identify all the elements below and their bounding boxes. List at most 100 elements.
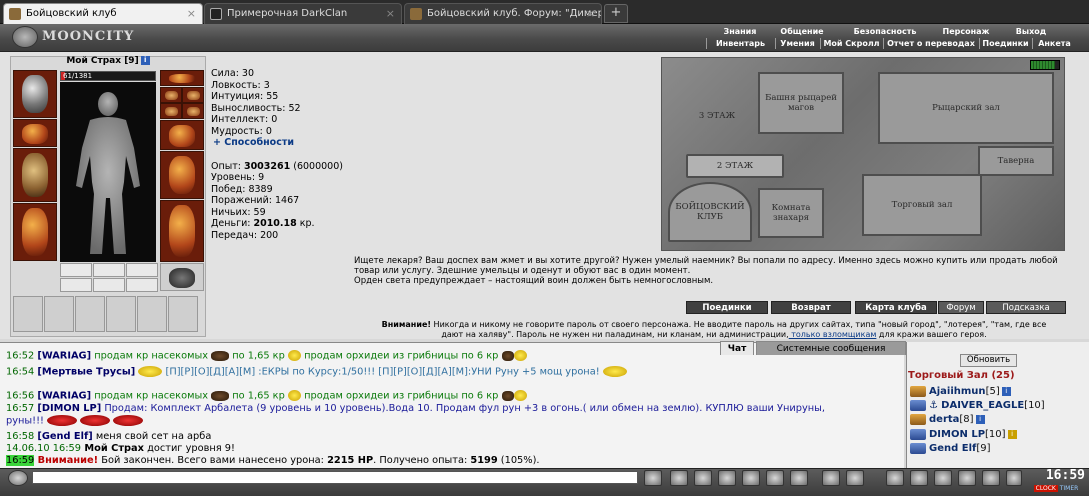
- map-room-fight-club[interactable]: БОЙЦОВСКИЙ КЛУБ: [668, 182, 752, 242]
- menu-skills[interactable]: Умения: [775, 38, 819, 49]
- boots-slot[interactable]: [160, 263, 204, 291]
- exit-icon[interactable]: [1006, 470, 1022, 486]
- map-room-trade-hall[interactable]: Торговый зал: [862, 174, 982, 236]
- action-icon-2[interactable]: [910, 470, 928, 486]
- game-window: Бойцовский клуб × Примерочная DarkClan ×…: [0, 0, 1089, 496]
- empty-slot[interactable]: [93, 263, 125, 277]
- room-user[interactable]: derta[8] i: [910, 413, 985, 426]
- browser-tab-fightclub[interactable]: Бойцовский клуб ×: [3, 3, 203, 24]
- clear-icon[interactable]: [670, 470, 688, 486]
- info-icon: i: [1001, 386, 1011, 396]
- clan-icon: [910, 399, 926, 411]
- warning-link[interactable]: только взломщикам: [789, 330, 876, 339]
- chat-mode-icon[interactable]: [8, 470, 28, 486]
- abilities-link[interactable]: + Способности: [213, 137, 361, 149]
- warning-text: для кражи вашего героя.: [876, 330, 987, 339]
- menu-inventory[interactable]: Инвентарь: [706, 38, 774, 49]
- map-room-healer[interactable]: Комната знахаря: [758, 188, 824, 238]
- menu-knowledge[interactable]: Знания: [716, 26, 764, 37]
- empty-slot[interactable]: [93, 278, 125, 292]
- belt-slot[interactable]: [168, 296, 198, 332]
- ring-slot-1[interactable]: [182, 87, 204, 103]
- belt-slot[interactable]: [137, 296, 167, 332]
- info-icon[interactable]: i: [140, 56, 150, 65]
- close-tab-icon[interactable]: ×: [386, 4, 395, 23]
- channel-icon[interactable]: [790, 470, 808, 486]
- amulet-slot[interactable]: [160, 87, 182, 103]
- new-tab-button[interactable]: +: [604, 4, 628, 23]
- helmet-slot[interactable]: [13, 70, 57, 118]
- browser-tab-darkclan[interactable]: Примерочная DarkClan ×: [204, 3, 402, 24]
- tab-system-messages[interactable]: Системные сообщения: [756, 341, 906, 355]
- browser-tab-forum[interactable]: Бойцовский клуб. Форум: "Димеру - ... ×: [404, 3, 602, 24]
- close-tab-icon[interactable]: ×: [187, 4, 196, 23]
- ring-slot-3[interactable]: [182, 103, 204, 119]
- ring-slot-2[interactable]: [160, 103, 182, 119]
- bracers-slot[interactable]: [13, 119, 57, 147]
- money: Деньги: 2010.18 кр.: [211, 218, 315, 229]
- armor-slot[interactable]: [13, 203, 57, 261]
- map-room-tavern[interactable]: Таверна: [978, 146, 1054, 176]
- menu-profile[interactable]: Анкета: [1032, 38, 1076, 49]
- belt-slot[interactable]: [106, 296, 136, 332]
- belt-slot[interactable]: [44, 296, 74, 332]
- stat-intuition: Интуиция: 55: [211, 91, 279, 102]
- room-title: Торговый Зал (25): [908, 370, 1015, 381]
- energy-bar: [1030, 60, 1060, 70]
- translit-icon[interactable]: [742, 470, 760, 486]
- belt-slot[interactable]: [13, 296, 43, 332]
- flower-icon: [501, 390, 514, 401]
- map-floor-3[interactable]: 3 ЭТАЖ: [680, 76, 754, 156]
- action-icon-5[interactable]: [982, 470, 1000, 486]
- belt-slot[interactable]: [75, 296, 105, 332]
- gloves-slot[interactable]: [160, 120, 204, 150]
- tab-chat[interactable]: Чат: [720, 341, 754, 355]
- action-icon-3[interactable]: [934, 470, 952, 486]
- room-user[interactable]: DIMON LP[10] i: [910, 428, 1017, 441]
- refresh-button[interactable]: Обновить: [960, 354, 1017, 367]
- send-icon[interactable]: [644, 470, 662, 486]
- empty-slot[interactable]: [60, 263, 92, 277]
- earring-slot[interactable]: [160, 70, 204, 86]
- room-user[interactable]: ⚓ DAIVER_EAGLE[10]: [910, 399, 1045, 412]
- menu-communication[interactable]: Общение: [772, 26, 832, 37]
- clock-labels: CLOCK TIMER: [1024, 484, 1088, 494]
- empty-slot[interactable]: [60, 278, 92, 292]
- smiley-icon: [287, 390, 301, 401]
- chat-message: 16:57 [DIMON LP] Продам: Комплект Арбале…: [6, 403, 826, 414]
- info-icon: i: [975, 414, 985, 424]
- hint-button[interactable]: Подсказка: [986, 301, 1066, 314]
- menu-exit[interactable]: Выход: [1006, 26, 1056, 37]
- action-icon-4[interactable]: [958, 470, 976, 486]
- action-icon-1[interactable]: [886, 470, 904, 486]
- hp-bar: 61/1381: [60, 71, 156, 81]
- character-name: Мой Страх [9] i: [10, 56, 206, 69]
- map-floor-2[interactable]: 2 ЭТАЖ: [686, 154, 784, 178]
- return-button[interactable]: Возврат: [771, 301, 851, 314]
- forum-button[interactable]: Форум: [938, 301, 984, 314]
- map-room-mage-tower[interactable]: Башня рыцарей магов: [758, 72, 844, 134]
- greaves-slot[interactable]: [160, 200, 204, 262]
- settings-icon[interactable]: [846, 470, 864, 486]
- room-user[interactable]: Gend Elf[9]: [910, 442, 991, 455]
- scroll-icon[interactable]: [766, 470, 784, 486]
- smiles-icon[interactable]: [822, 470, 840, 486]
- empty-slot[interactable]: [126, 263, 158, 277]
- menu-my-scroll[interactable]: Мой Скролл: [820, 38, 882, 49]
- weapon-slot[interactable]: [13, 148, 57, 202]
- private-icon[interactable]: [718, 470, 736, 486]
- club-map-button[interactable]: Карта клуба: [855, 301, 937, 314]
- empty-slot[interactable]: [126, 278, 158, 292]
- map-room-knights-hall[interactable]: Рыцарский зал: [878, 72, 1054, 144]
- filter-icon[interactable]: [694, 470, 712, 486]
- fights-button[interactable]: Поединки: [686, 301, 768, 314]
- menu-security[interactable]: Безопасность: [844, 26, 926, 37]
- shield-slot[interactable]: [160, 151, 204, 199]
- hp-text: 61/1381: [63, 72, 93, 80]
- close-tab-icon[interactable]: ×: [586, 4, 595, 23]
- menu-transfer-report[interactable]: Отчет о переводах: [883, 38, 978, 49]
- room-user[interactable]: Ajaiihmun[5] i: [910, 385, 1011, 398]
- menu-fights[interactable]: Поединки: [979, 38, 1031, 49]
- menu-character[interactable]: Персонаж: [934, 26, 998, 37]
- chat-input[interactable]: [32, 471, 638, 484]
